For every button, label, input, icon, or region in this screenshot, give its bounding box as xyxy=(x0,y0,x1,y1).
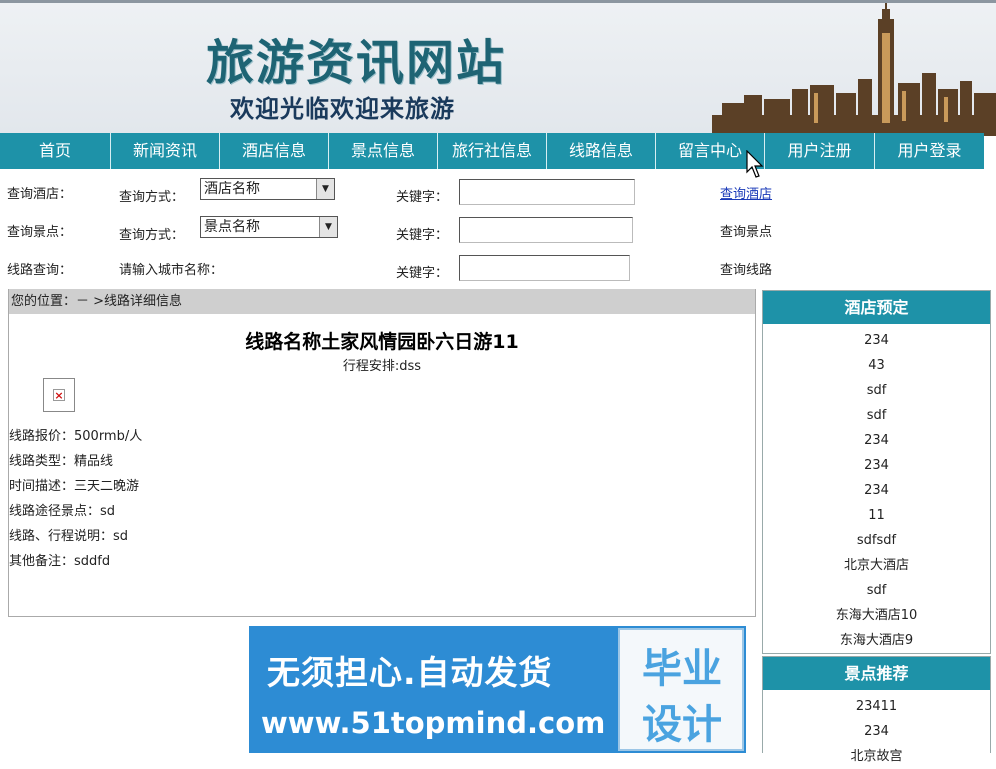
ad-badge: 毕业 设计 xyxy=(618,628,744,751)
nav-item-login[interactable]: 用户登录 xyxy=(875,133,984,169)
hotel-list-item[interactable]: 43 xyxy=(763,353,990,378)
nav-item-home[interactable]: 首页 xyxy=(0,133,111,169)
broken-image-icon: × xyxy=(43,378,75,412)
hotel-list-item[interactable]: sdf xyxy=(763,403,990,428)
spot-method-select[interactable]: 景点名称 ▼ xyxy=(200,216,338,238)
spot-recommend-panel: 景点推荐 23411 234 北京故宫 xyxy=(762,656,991,764)
hotel-method-label: 查询方式： xyxy=(119,190,185,205)
site-subtitle: 欢迎光临欢迎来旅游 xyxy=(230,95,455,123)
route-search-label: 线路查询： xyxy=(7,263,73,278)
route-remarks: 其他备注：sddfd xyxy=(9,554,111,569)
route-price: 线路报价：500rmb/人 xyxy=(9,429,143,444)
hotel-list-item[interactable]: 234 xyxy=(763,453,990,478)
hotel-list-item[interactable]: 东海大酒店10 xyxy=(763,603,990,628)
hotel-method-value: 酒店名称 xyxy=(204,181,260,197)
route-city-hint: 请输入城市名称： xyxy=(119,263,224,278)
spot-search-label: 查询景点： xyxy=(7,225,73,240)
hotel-booking-title: 酒店预定 xyxy=(763,291,990,324)
hotel-list-item[interactable]: sdf xyxy=(763,378,990,403)
chevron-down-icon: ▼ xyxy=(316,179,334,199)
spot-keyword-input[interactable] xyxy=(459,217,633,243)
ad-badge-line1: 毕业 xyxy=(642,646,722,692)
route-search-row: 线路查询： 请输入城市名称： 关键字： 查询线路 xyxy=(0,252,996,282)
hotel-list-item[interactable]: 北京大酒店 xyxy=(763,553,990,578)
hotel-keyword-label: 关键字： xyxy=(396,190,449,205)
nav-item-agencies[interactable]: 旅行社信息 xyxy=(438,133,547,169)
city-skyline-image xyxy=(712,3,996,136)
spot-search-row: 查询景点： 查询方式： 景点名称 ▼ 关键字： 查询景点 xyxy=(0,214,996,244)
route-type: 线路类型：精品线 xyxy=(9,454,114,469)
spot-search-button[interactable]: 查询景点 xyxy=(720,221,772,240)
hotel-list-item[interactable]: sdfsdf xyxy=(763,528,990,553)
spot-recommend-title: 景点推荐 xyxy=(763,657,990,690)
spot-list-item[interactable]: 234 xyxy=(763,719,990,744)
route-search-button[interactable]: 查询线路 xyxy=(720,259,772,278)
ad-url: www.51topmind.com xyxy=(261,706,606,740)
route-keyword-label: 关键字： xyxy=(396,266,449,281)
hotel-list-item[interactable]: 11 xyxy=(763,503,990,528)
nav-item-spots[interactable]: 景点信息 xyxy=(329,133,438,169)
hotel-list-item[interactable]: 东海大酒店9 xyxy=(763,628,990,653)
spot-method-label: 查询方式： xyxy=(119,228,185,243)
route-spots: 线路途径景点：sd xyxy=(9,504,116,519)
site-header: 旅游资讯网站 欢迎光临欢迎来旅游 xyxy=(0,0,996,136)
hotel-search-label: 查询酒店： xyxy=(7,187,73,202)
site-title: 旅游资讯网站 xyxy=(206,35,507,91)
hotel-list-item[interactable]: 234 xyxy=(763,478,990,503)
chevron-down-icon: ▼ xyxy=(319,217,337,237)
spot-list: 23411 234 北京故宫 xyxy=(763,690,990,769)
nav-item-register[interactable]: 用户注册 xyxy=(765,133,875,169)
route-detail-panel: 您的位置：－ >线路详细信息 线路名称土家风情园卧六日游11 行程安排:dss … xyxy=(8,289,756,617)
route-duration: 时间描述：三天二晚游 xyxy=(9,479,140,494)
spot-list-item[interactable]: 23411 xyxy=(763,694,990,719)
hotel-list: 234 43 sdf sdf 234 234 234 11 sdfsdf 北京大… xyxy=(763,324,990,653)
nav-item-hotels[interactable]: 酒店信息 xyxy=(220,133,329,169)
route-schedule: 行程安排:dss xyxy=(342,359,422,374)
hotel-list-item[interactable]: 234 xyxy=(763,428,990,453)
ad-banner[interactable]: 无须担心.自动发货 www.51topmind.com 毕业 设计 xyxy=(249,626,746,753)
route-title: 线路名称土家风情园卧六日游11 xyxy=(245,331,519,353)
spot-list-item[interactable]: 北京故宫 xyxy=(763,744,990,769)
route-description: 线路、行程说明：sd xyxy=(9,529,129,544)
spot-keyword-label: 关键字： xyxy=(396,228,449,243)
route-keyword-input[interactable] xyxy=(459,255,630,281)
nav-item-news[interactable]: 新闻资讯 xyxy=(111,133,220,169)
ad-headline: 无须担心.自动发货 xyxy=(267,653,553,692)
hotel-list-item[interactable]: 234 xyxy=(763,328,990,353)
breadcrumb: 您的位置：－ >线路详细信息 xyxy=(9,289,755,314)
spot-method-value: 景点名称 xyxy=(204,219,260,235)
ad-badge-line2: 设计 xyxy=(642,702,722,748)
hotel-list-item[interactable]: sdf xyxy=(763,578,990,603)
main-nav: 首页 新闻资讯 酒店信息 景点信息 旅行社信息 线路信息 留言中心 用户注册 用… xyxy=(0,133,984,169)
nav-item-routes[interactable]: 线路信息 xyxy=(547,133,656,169)
hotel-search-row: 查询酒店： 查询方式： 酒店名称 ▼ 关键字： 查询酒店 xyxy=(0,176,996,206)
hotel-booking-panel: 酒店预定 234 43 sdf sdf 234 234 234 11 sdfsd… xyxy=(762,290,991,654)
hotel-method-select[interactable]: 酒店名称 ▼ xyxy=(200,178,335,200)
hotel-search-link[interactable]: 查询酒店 xyxy=(720,183,772,202)
hotel-keyword-input[interactable] xyxy=(459,179,635,205)
